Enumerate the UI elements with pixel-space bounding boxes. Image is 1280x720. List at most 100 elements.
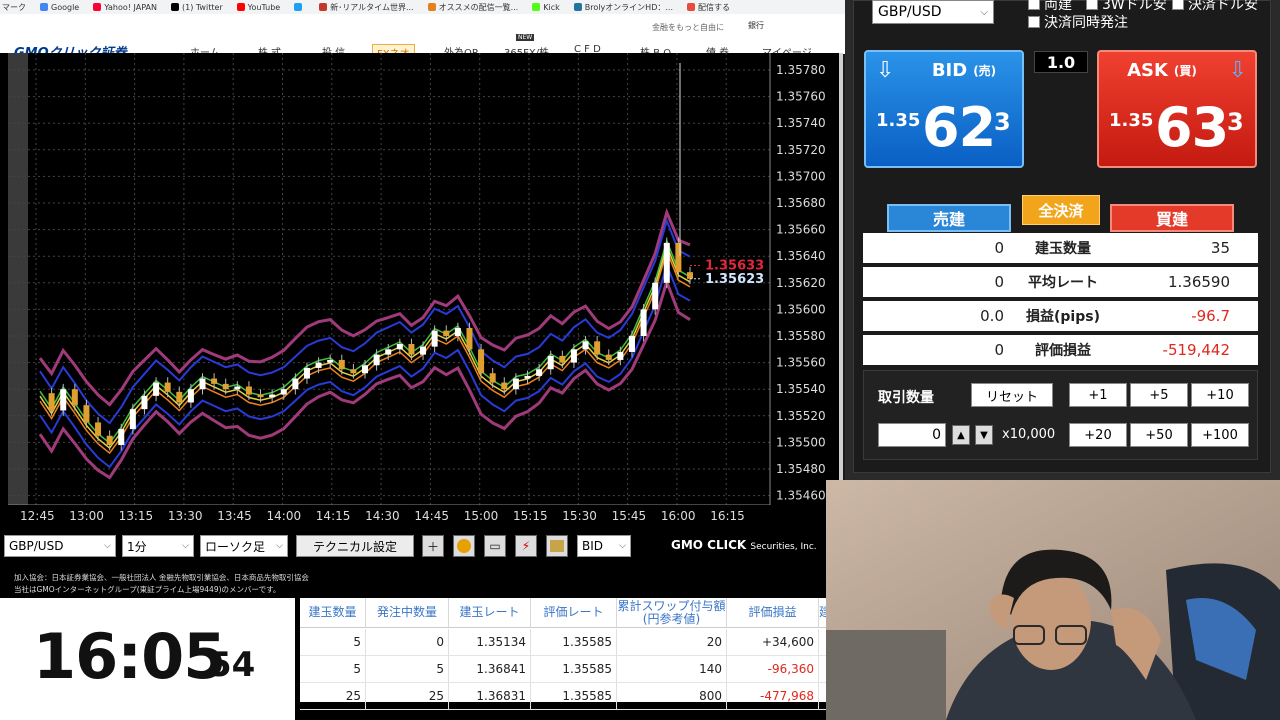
bookmark-item[interactable]: Google	[40, 3, 79, 12]
candle-body	[373, 354, 380, 366]
time-axis-label: 13:00	[69, 509, 104, 523]
plus-1-button[interactable]: +1	[1069, 383, 1127, 407]
price-axis-label: 1.35760	[776, 90, 826, 104]
bookmark-favicon-icon	[319, 3, 328, 11]
bookmark-item[interactable]: 新･リアルタイム世界...	[319, 2, 414, 13]
plus-50-button[interactable]: +50	[1130, 423, 1188, 447]
price-side-value: BID	[582, 539, 604, 553]
streamer-image	[826, 480, 1280, 720]
table-header[interactable]: 累計スワップ付与額 (円参考値)	[617, 598, 727, 628]
plus-100-button[interactable]: +100	[1191, 423, 1249, 447]
sell-position-tab[interactable]: 売建	[887, 204, 1011, 232]
checkbox-box[interactable]	[1086, 0, 1098, 10]
bookmark-item[interactable]	[294, 3, 305, 11]
candle-body	[420, 346, 427, 355]
candle-body	[512, 378, 519, 390]
sell-pnl: 0	[994, 341, 1004, 359]
checkbox-box[interactable]	[1028, 16, 1040, 28]
order-pair-select[interactable]: GBP/USD ⌵	[872, 0, 994, 24]
bookmark-label: マーク	[2, 2, 26, 12]
interval-select[interactable]: 1分 ⌵	[122, 535, 194, 557]
table-cell: 5	[300, 629, 366, 656]
reset-button[interactable]: リセット	[971, 383, 1053, 407]
candle-body	[687, 272, 693, 279]
bookmark-label: オススメの配信一覧...	[438, 2, 519, 12]
bid-price-pips: 62	[922, 96, 996, 159]
quantity-input[interactable]: 0	[878, 423, 946, 447]
checkbox-simultaneous[interactable]: 決済同時発注	[1028, 12, 1128, 32]
checkbox-label: 決済ドル安	[1188, 0, 1258, 13]
checkbox-settle[interactable]: 決済ドル安	[1172, 0, 1258, 14]
new-badge: NEW	[516, 34, 535, 41]
ask-price-fraction: 3	[1227, 108, 1244, 136]
time-axis-label: 15:15	[513, 509, 548, 523]
bid-sell-button[interactable]: ⇩ BID (売) 1.35 62 3	[864, 50, 1024, 168]
price-axis-label: 1.35640	[776, 249, 826, 263]
bookmark-item[interactable]: Yahoo! JAPAN	[93, 3, 157, 12]
candle-body	[640, 309, 647, 336]
time-axis-label: 13:30	[167, 509, 203, 523]
ask-buy-button[interactable]: ASK (買) ⇩ 1.35 63 3	[1097, 50, 1257, 168]
plus-5-button[interactable]: +5	[1130, 383, 1188, 407]
price-chart[interactable]: 1.35780 1.35760 1.35740 1.35720 1.35700 1.356…	[0, 53, 843, 563]
chart-canvas[interactable]: 1.35780 1.35760 1.35740 1.35720 1.35700 1.356…	[0, 53, 839, 530]
bid-price-tag: 1.35623	[705, 272, 764, 287]
chart-left-band	[8, 53, 28, 505]
bookmark-item[interactable]: (1) Twitter	[170, 3, 223, 12]
bookmark-item[interactable]: BrolyオンラインHD：...	[573, 2, 673, 13]
price-axis-label: 1.35600	[776, 302, 826, 316]
bookmark-item[interactable]: オススメの配信一覧...	[427, 2, 519, 13]
draw-check-icon[interactable]	[453, 535, 475, 557]
candle-body	[385, 349, 392, 355]
close-all-button[interactable]: 全決済	[1022, 195, 1100, 225]
price-axis-label: 1.35780	[776, 63, 826, 77]
candle-body	[582, 341, 589, 350]
chart-pair-select[interactable]: GBP/USD ⌵	[4, 535, 116, 557]
candle-body	[408, 343, 415, 355]
table-cell: 800	[617, 683, 727, 710]
bookmark-item[interactable]: Kick	[532, 3, 560, 12]
decrement-icon[interactable]: ▼	[975, 425, 993, 445]
row-label: 建玉数量	[1035, 241, 1091, 257]
bank-link[interactable]: 銀行	[748, 20, 764, 31]
bookmark-favicon-icon	[573, 3, 582, 11]
plus-10-button[interactable]: +10	[1191, 383, 1249, 407]
table-cell: +34,600	[727, 629, 819, 656]
candle-body	[652, 282, 659, 310]
bookmark-favicon-icon	[687, 3, 695, 11]
table-header[interactable]: 発注中数量	[366, 598, 449, 628]
table-cell: 1.35134	[449, 629, 531, 656]
candle-body	[489, 373, 496, 383]
time-axis-label: 14:30	[365, 509, 400, 523]
bookmark-label: Kick	[543, 2, 560, 12]
table-header[interactable]: 評価レート	[531, 598, 617, 628]
plus-20-button[interactable]: +20	[1069, 423, 1127, 447]
price-axis-label: 1.35560	[776, 356, 826, 370]
checkbox-box[interactable]	[1172, 0, 1184, 10]
comment-icon[interactable]: ▭	[484, 535, 506, 557]
table-header[interactable]: 評価損益	[727, 598, 819, 628]
bookmark-item[interactable]: マーク	[2, 2, 26, 13]
checkbox-box[interactable]	[1028, 0, 1040, 10]
buy-position-tab[interactable]: 買建	[1110, 204, 1234, 232]
table-header[interactable]: 建玉レート	[449, 598, 531, 628]
table-cell: 1.35585	[531, 629, 617, 656]
technical-settings-button[interactable]: テクニカル設定	[296, 535, 414, 557]
image-icon[interactable]	[546, 535, 568, 557]
bookmark-item[interactable]: YouTube	[236, 3, 280, 12]
chevron-down-icon: ⌵	[276, 541, 283, 551]
candle-body	[257, 394, 264, 398]
brand-name: GMO CLICK	[671, 538, 747, 552]
alert-icon[interactable]: ⚡	[515, 535, 537, 557]
bookmark-item[interactable]: 配信する	[687, 2, 730, 13]
crosshair-icon[interactable]: ＋	[422, 535, 444, 557]
table-header[interactable]: 建玉数量	[300, 598, 366, 628]
chart-type-select[interactable]: ローソク足 ⌵	[200, 535, 288, 557]
table-cell: 5	[366, 656, 449, 683]
price-axis-label: 1.35480	[776, 462, 826, 476]
price-side-select[interactable]: BID ⌵	[577, 535, 631, 557]
increment-icon[interactable]: ▲	[952, 425, 970, 445]
candle-body	[524, 375, 531, 379]
candle-body	[478, 349, 485, 374]
time-axis-label: 16:00	[660, 509, 696, 523]
